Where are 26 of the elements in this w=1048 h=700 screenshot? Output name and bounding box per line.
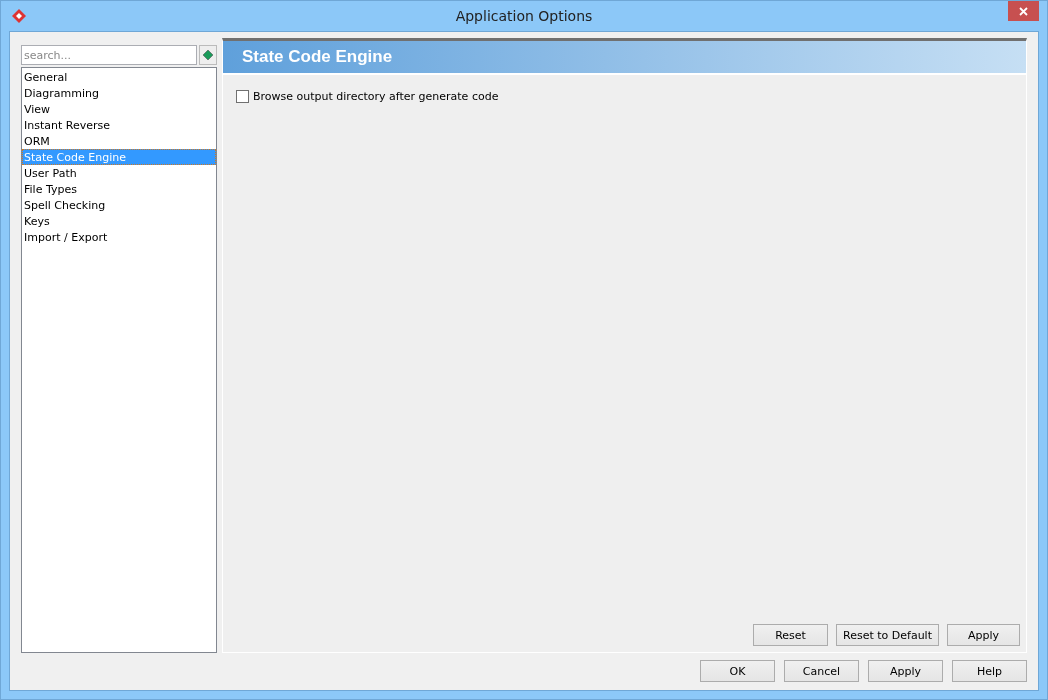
window-title: Application Options	[455, 8, 593, 24]
category-item[interactable]: General	[22, 69, 216, 85]
app-logo-icon	[11, 8, 27, 24]
dialog-button[interactable]: Help	[952, 660, 1027, 682]
clear-search-button[interactable]	[199, 45, 217, 65]
panel-button[interactable]: Reset	[753, 624, 829, 646]
category-item[interactable]: ORM	[22, 133, 216, 149]
close-icon	[1019, 6, 1028, 16]
category-item[interactable]: View	[22, 101, 216, 117]
dialog-button[interactable]: OK	[700, 660, 775, 682]
category-item[interactable]: Diagramming	[22, 85, 216, 101]
panel-button[interactable]: Reset to Default	[836, 624, 939, 646]
category-item[interactable]: Keys	[22, 213, 216, 229]
dialog-button[interactable]: Apply	[868, 660, 943, 682]
panel-button[interactable]: Apply	[947, 624, 1020, 646]
category-item[interactable]: User Path	[22, 165, 216, 181]
dialog-button[interactable]: Cancel	[784, 660, 859, 682]
category-item[interactable]: Spell Checking	[22, 197, 216, 213]
checkbox-label: Browse output directory after generate code	[253, 90, 499, 103]
category-item[interactable]: Instant Reverse	[22, 117, 216, 133]
close-button[interactable]	[1008, 1, 1039, 21]
category-item[interactable]: Import / Export	[22, 229, 216, 245]
checkbox[interactable]	[236, 90, 249, 103]
category-item[interactable]: File Types	[22, 181, 216, 197]
search-field[interactable]: search...	[21, 45, 197, 65]
panel-title: State Code Engine	[242, 47, 393, 67]
